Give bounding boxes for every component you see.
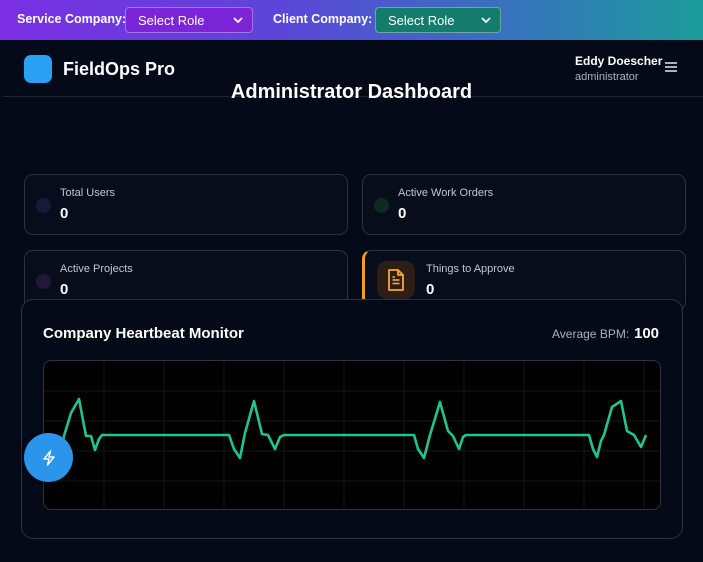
client-company-select[interactable]: Select Role xyxy=(375,7,501,33)
heartbeat-line xyxy=(57,397,648,460)
stat-label: Total Users xyxy=(60,187,116,199)
user-name: Eddy Doescher xyxy=(575,54,663,68)
projects-icon xyxy=(36,274,51,289)
stat-value: 0 xyxy=(398,205,407,222)
heartbeat-monitor-panel: Company Heartbeat Monitor Average BPM: 1… xyxy=(21,299,683,539)
client-company-select-value: Select Role xyxy=(388,12,455,28)
service-company-select[interactable]: Select Role xyxy=(125,7,253,33)
heartbeat-waveform xyxy=(44,361,660,509)
brand-name: FieldOps Pro xyxy=(63,59,176,79)
app-logo-icon xyxy=(24,55,52,83)
stat-label: Active Projects xyxy=(60,263,133,275)
stat-value: 0 xyxy=(426,281,435,298)
average-bpm-label: Average BPM: xyxy=(552,327,630,341)
chevron-down-icon xyxy=(481,17,491,24)
heartbeat-title: Company Heartbeat Monitor xyxy=(43,325,244,342)
work-orders-icon xyxy=(374,198,389,213)
service-company-select-value: Select Role xyxy=(138,12,205,28)
stat-value: 0 xyxy=(60,205,69,222)
stat-card-active-work-orders[interactable]: Active Work Orders 0 xyxy=(362,174,686,235)
role-selector-bar: Service Company: Select Role Client Comp… xyxy=(0,0,703,40)
client-company-label: Client Company: xyxy=(273,12,373,26)
users-icon xyxy=(36,198,51,213)
stat-card-total-users[interactable]: Total Users 0 xyxy=(24,174,348,235)
stat-label: Active Work Orders xyxy=(398,187,494,199)
heartbeat-monitor-screen xyxy=(43,360,661,510)
page-title: Administrator Dashboard xyxy=(230,81,473,103)
service-company-label: Service Company: xyxy=(17,12,127,26)
stat-value: 0 xyxy=(60,281,69,298)
chevron-down-icon xyxy=(233,17,243,24)
average-bpm-value: 100 xyxy=(634,325,660,342)
quick-action-button[interactable] xyxy=(24,433,73,482)
hamburger-menu-icon[interactable] xyxy=(665,62,677,72)
stat-label: Things to Approve xyxy=(426,263,515,275)
lightning-bolt-icon xyxy=(42,449,55,466)
document-icon xyxy=(377,261,415,299)
